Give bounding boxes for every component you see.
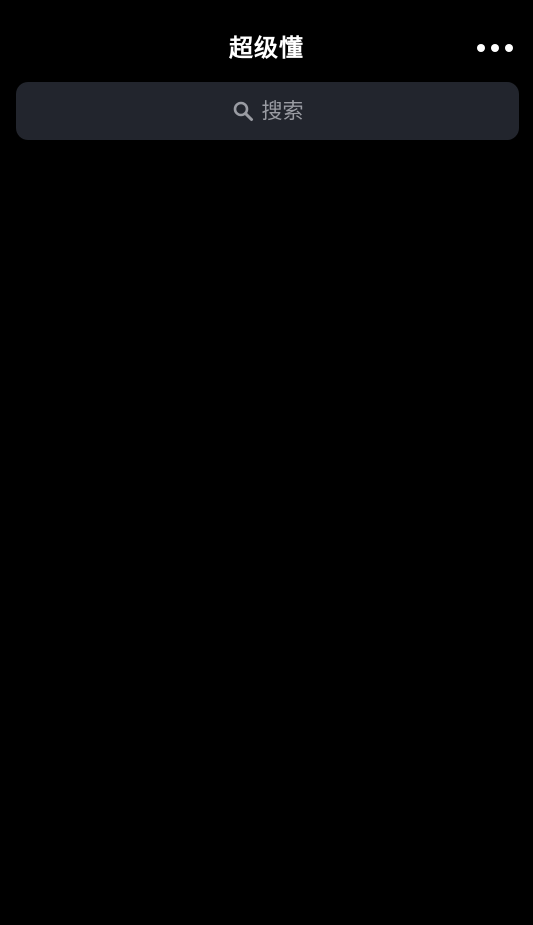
page-title: 超级懂 (229, 34, 304, 62)
content-area (0, 140, 533, 925)
more-dot-icon (491, 44, 499, 52)
more-dot-icon (477, 44, 485, 52)
search-bar[interactable]: 搜索 (16, 82, 519, 140)
more-dot-icon (505, 44, 513, 52)
search-placeholder: 搜索 (261, 99, 304, 123)
search-icon (232, 100, 254, 122)
top-bar: 超级懂 (0, 0, 533, 82)
more-options-button[interactable] (471, 32, 519, 64)
